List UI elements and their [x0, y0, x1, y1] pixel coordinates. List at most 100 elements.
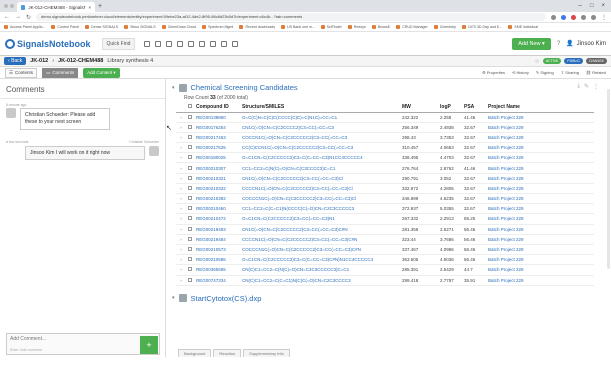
- edit-icon[interactable]: ✎: [584, 83, 589, 90]
- row-checkbox[interactable]: [186, 224, 194, 235]
- extension-icon[interactable]: [561, 14, 566, 20]
- column-header[interactable]: MW: [400, 103, 438, 113]
- row-checkbox[interactable]: [186, 275, 194, 286]
- collapse-icon[interactable]: ▾: [172, 85, 175, 91]
- table-row[interactable]: › REG00365595 CN(C)C1=CC2=C(N(C)=O)CN=C2C3…: [176, 264, 594, 276]
- checkbox[interactable]: [188, 277, 192, 282]
- status-badge-active[interactable]: ACTIVE: [542, 58, 562, 64]
- expand-row-icon[interactable]: ›: [176, 213, 186, 225]
- checkbox[interactable]: [188, 145, 192, 150]
- checkbox[interactable]: [188, 247, 192, 252]
- checkbox[interactable]: [188, 114, 192, 119]
- row-checkbox[interactable]: [186, 203, 194, 215]
- checkbox[interactable]: [188, 226, 192, 231]
- quick-find-input[interactable]: Quick Find: [101, 37, 136, 50]
- bookmark-star-icon[interactable]: [551, 14, 556, 20]
- checkbox[interactable]: [188, 216, 192, 221]
- row-checkbox[interactable]: [186, 213, 194, 225]
- close-window-icon[interactable]: ×: [601, 3, 605, 9]
- app-logo[interactable]: SignalsNotebook: [5, 38, 91, 49]
- new-tab-icon[interactable]: +: [98, 3, 102, 10]
- bookmark-item[interactable]: BrowsE: [371, 25, 390, 29]
- bookmark-item[interactable]: Recent downloads: [239, 25, 275, 29]
- expand-row-icon[interactable]: ›: [176, 132, 186, 144]
- table-cell[interactable]: REG00217525: [194, 142, 240, 154]
- properties-link[interactable]: ⚙ Properties: [482, 70, 505, 75]
- expand-row-icon[interactable]: ›: [176, 264, 186, 276]
- back-button[interactable]: ‹ Back: [4, 57, 27, 65]
- table-row[interactable]: › REG00176254 CN1C(=O)CN=C(C2CCCC2)C3=CC(=…: [176, 122, 594, 133]
- star-icon[interactable]: ☆: [534, 58, 539, 65]
- status-badge-public[interactable]: PUBLIC: [564, 58, 584, 64]
- tab-supplementary-info[interactable]: Supplementary Info: [243, 349, 290, 357]
- checkbox[interactable]: [188, 267, 192, 272]
- row-checkbox[interactable]: [186, 183, 194, 195]
- column-header[interactable]: PSA: [462, 103, 486, 113]
- bookmark-item[interactable]: Control Panel: [51, 25, 79, 29]
- settings-icon[interactable]: [210, 40, 217, 47]
- table-row[interactable]: › REG00210321 CN1C(=O)CN=C(C2CCCCC2)C3=CC(…: [176, 173, 594, 184]
- expand-row-icon[interactable]: ›: [176, 173, 186, 184]
- table-cell[interactable]: REG00210392: [194, 193, 240, 205]
- row-checkbox[interactable]: [186, 244, 194, 256]
- sharing-link[interactable]: ⇪ Sharing: [561, 70, 579, 75]
- row-checkbox[interactable]: [186, 112, 194, 123]
- collapse-icon[interactable]: ▾: [172, 295, 175, 301]
- table-cell[interactable]: REG00747334: [194, 275, 240, 286]
- row-checkbox[interactable]: [186, 132, 194, 144]
- row-checkbox[interactable]: [186, 254, 194, 266]
- row-checkbox[interactable]: [186, 264, 194, 276]
- maximize-icon[interactable]: □: [590, 3, 594, 9]
- expand-row-icon[interactable]: ›: [176, 254, 186, 266]
- window-dot[interactable]: [4, 4, 8, 8]
- user-icon[interactable]: [199, 40, 206, 47]
- extension-icon[interactable]: [581, 14, 586, 20]
- tag-icon[interactable]: [221, 40, 228, 47]
- table-row[interactable]: › REG00219484 CCCCN1C(=O)CN=C(C2CCCCC2)C3=…: [176, 234, 594, 245]
- more-icon[interactable]: ⋮: [593, 83, 599, 90]
- table-title[interactable]: Chemical Screening Candidates: [191, 83, 298, 92]
- download-icon[interactable]: ⤓: [577, 83, 580, 90]
- table-row[interactable]: › REG00210460 CC1=CC2=C(C=C1)N(CCCC)C(=O)C…: [176, 203, 594, 215]
- table-cell[interactable]: REG00176254: [194, 122, 240, 133]
- column-header[interactable]: Compound ID: [194, 103, 240, 113]
- tab-contents[interactable]: ☰ Contents: [5, 67, 38, 78]
- expand-row-icon[interactable]: ›: [176, 183, 186, 195]
- bookmark-item[interactable]: SME individual: [508, 25, 538, 29]
- tab-background[interactable]: Background: [178, 349, 212, 357]
- table-cell[interactable]: REG00210573: [194, 244, 240, 256]
- checkbox[interactable]: [188, 104, 192, 109]
- table-row[interactable]: › REG00210332 CCCCN1C(=O)CN=C(C2CCCCC2)C3=…: [176, 183, 594, 195]
- checkbox[interactable]: [188, 257, 192, 262]
- table-cell[interactable]: REG00210332: [194, 183, 240, 195]
- table-row[interactable]: › REG00210307 CC1=CC2=C(N(C)=O)CN=C(C3CCCC…: [176, 162, 594, 174]
- add-comment-input[interactable]: [7, 334, 137, 344]
- bookmark-item[interactable]: US Bank one w...: [281, 25, 315, 29]
- tab-reaction[interactable]: Reaction: [213, 349, 242, 357]
- close-tab-icon[interactable]: ×: [88, 5, 91, 10]
- table-cell[interactable]: REG00365595: [194, 264, 240, 276]
- expand-row-icon[interactable]: ›: [176, 162, 186, 174]
- row-checkbox[interactable]: [186, 142, 194, 154]
- status-badge-change[interactable]: CHANGE: [586, 58, 607, 64]
- expand-row-icon[interactable]: ›: [176, 203, 186, 215]
- row-checkbox[interactable]: [186, 152, 194, 164]
- table-row[interactable]: › REG00210586 O=C1CN=C(C2CCCCC2)C3=C(C=CC=…: [176, 254, 594, 266]
- row-checkbox[interactable]: [186, 122, 194, 133]
- add-content-button[interactable]: Add Content ▾: [83, 67, 120, 78]
- expand-row-icon[interactable]: ›: [176, 275, 186, 286]
- document-title[interactable]: StartCytotox(CS).dxp: [191, 294, 262, 303]
- row-checkbox[interactable]: [186, 193, 194, 205]
- table-row[interactable]: › REG00210392 COCCCN1C(=O)CN=C(C2CCCCC2)C3…: [176, 193, 594, 205]
- flask-icon[interactable]: [177, 40, 184, 47]
- expand-row-icon[interactable]: ›: [176, 122, 186, 133]
- checkbox[interactable]: [188, 175, 192, 180]
- table-cell[interactable]: REG00219484: [194, 234, 240, 245]
- minimize-icon[interactable]: –: [579, 3, 582, 9]
- chart-icon[interactable]: [188, 40, 195, 47]
- bookmark-item[interactable]: ChemDraw Cloud: [161, 25, 196, 29]
- checkbox[interactable]: [188, 155, 192, 160]
- expand-row-icon[interactable]: ›: [176, 112, 186, 123]
- checkbox[interactable]: [188, 196, 192, 201]
- back-arrow-icon[interactable]: ←: [4, 14, 10, 20]
